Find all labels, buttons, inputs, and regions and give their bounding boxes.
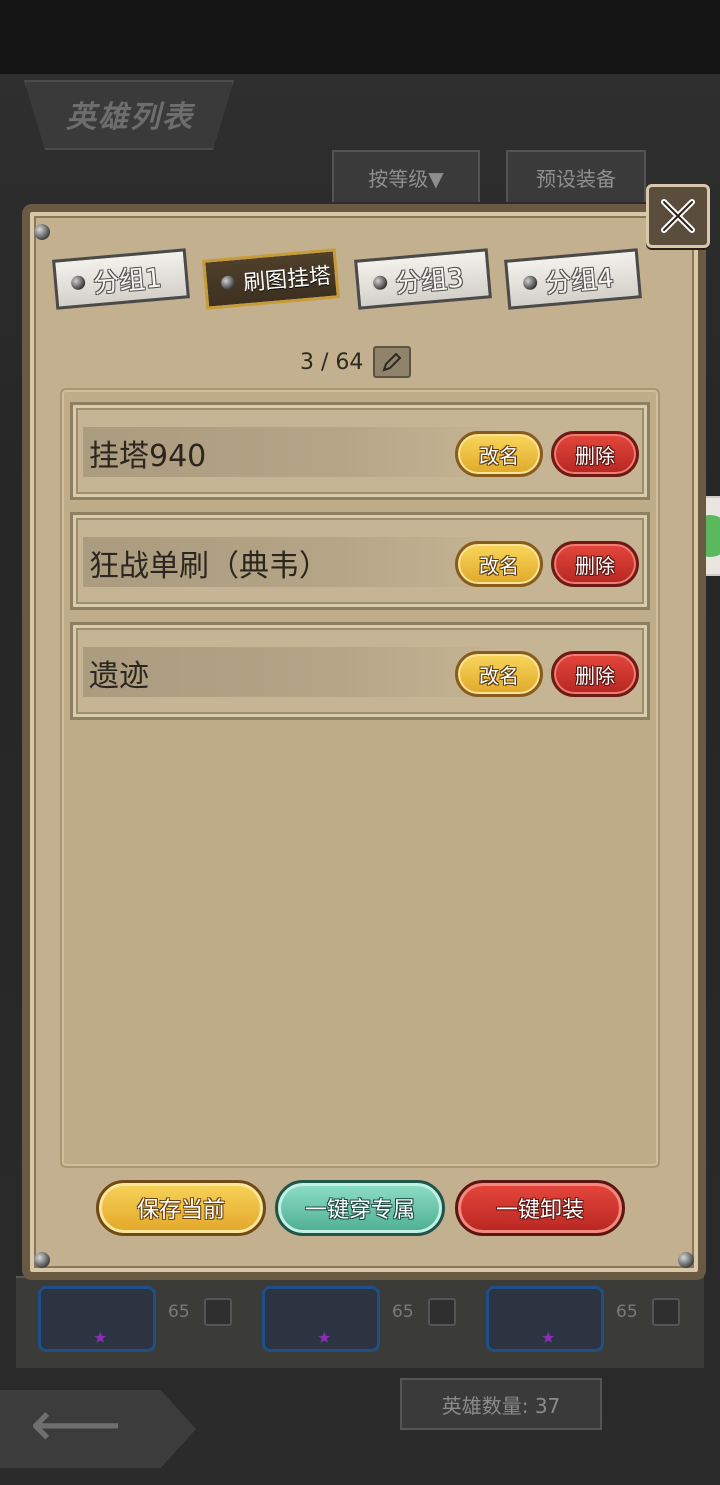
tab-rivet-icon: [220, 275, 236, 291]
tab-label: 分组4: [544, 263, 615, 299]
tab-rivet-icon: [522, 275, 538, 291]
star-icon: ★: [93, 1328, 108, 1347]
unequip-all-button[interactable]: 一键卸装: [455, 1180, 625, 1236]
rivet-icon: [34, 224, 50, 240]
tab-label: 分组3: [394, 263, 465, 299]
list-item[interactable]: 狂战单刷（典韦） 改名 删除: [70, 512, 650, 610]
sort-by-level-button[interactable]: 按等级▼: [332, 150, 480, 202]
list-item[interactable]: 挂塔940 改名 删除: [70, 402, 650, 500]
close-button[interactable]: [646, 184, 710, 248]
rename-button[interactable]: 改名: [455, 431, 543, 477]
hero-level: 65: [168, 1302, 190, 1322]
hero-level: 65: [616, 1302, 638, 1322]
star-icon: ★: [541, 1328, 556, 1347]
preset-equipment-tab[interactable]: 预设装备: [506, 150, 646, 202]
close-crossed-swords-icon: [661, 199, 695, 233]
tab-rivet-icon: [70, 275, 86, 291]
tab-rivet-icon: [372, 275, 388, 291]
rivet-icon: [34, 1252, 50, 1268]
preset-name: 遗迹: [89, 659, 149, 694]
tab-label: 分组1: [92, 263, 163, 299]
hero-count: 英雄数量: 37: [400, 1378, 602, 1430]
preset-name: 狂战单刷（典韦）: [89, 549, 329, 584]
hero-checkbox[interactable]: [652, 1298, 680, 1326]
delete-button[interactable]: 删除: [551, 651, 639, 697]
hero-level: 65: [392, 1302, 414, 1322]
delete-button[interactable]: 删除: [551, 431, 639, 477]
preset-list: [60, 388, 660, 1168]
save-current-button[interactable]: 保存当前: [96, 1180, 266, 1236]
hero-checkbox[interactable]: [204, 1298, 232, 1326]
equip-exclusive-button[interactable]: 一键穿专属: [275, 1180, 445, 1236]
hero-card[interactable]: ★: [262, 1286, 380, 1352]
preset-counter: 3 / 64: [300, 346, 412, 378]
hero-list-title: 英雄列表: [66, 100, 194, 135]
hero-checkbox[interactable]: [428, 1298, 456, 1326]
list-item[interactable]: 遗迹 改名 删除: [70, 622, 650, 720]
rename-button[interactable]: 改名: [455, 651, 543, 697]
preset-name: 挂塔940: [89, 439, 207, 474]
pencil-edit-icon[interactable]: [373, 346, 412, 378]
rivet-icon: [678, 1252, 694, 1268]
delete-button[interactable]: 删除: [551, 541, 639, 587]
hero-card[interactable]: ★: [486, 1286, 604, 1352]
tab-label: 刷图挂塔: [242, 263, 333, 297]
rename-button[interactable]: 改名: [455, 541, 543, 587]
back-arrow-icon[interactable]: ⟵: [0, 1390, 196, 1468]
pencil-edit-icon: [382, 352, 402, 372]
star-icon: ★: [317, 1328, 332, 1347]
hero-card[interactable]: ★: [38, 1286, 156, 1352]
counter-text: 3 / 64: [300, 349, 364, 375]
